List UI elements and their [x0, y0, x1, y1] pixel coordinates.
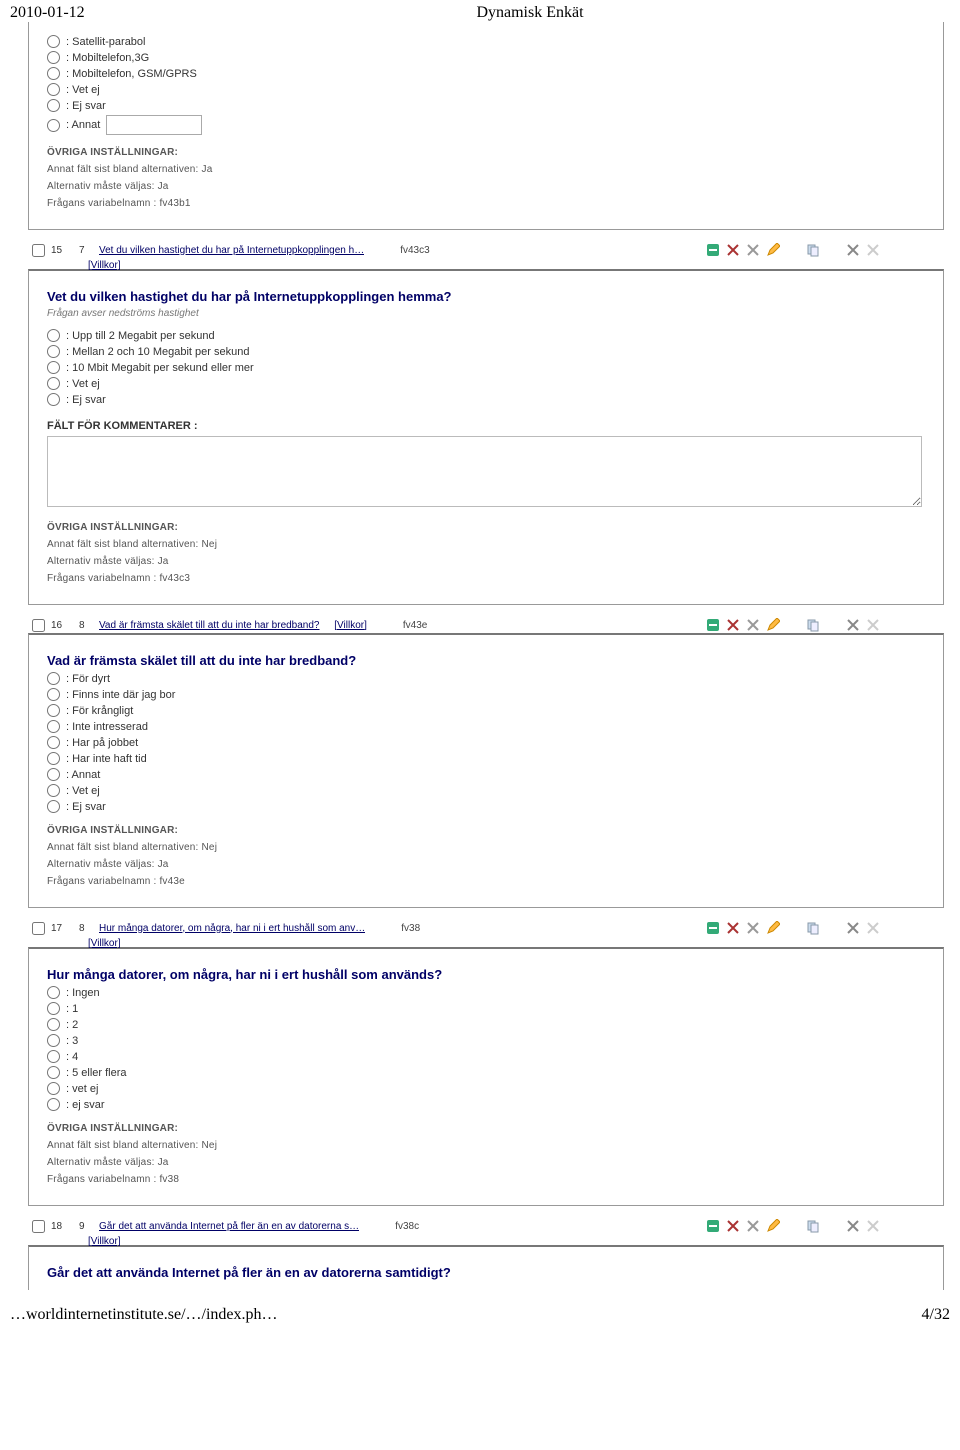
opt-mobilgsm[interactable]	[47, 67, 60, 80]
question-15: 15 7 Vet du vilken hastighet du har på I…	[28, 240, 944, 605]
prev-settings: ÖVRIGA INSTÄLLNINGAR: Annat fält sist bl…	[47, 147, 925, 209]
question-18: 18 9 Går det att använda Internet på fle…	[28, 1216, 944, 1290]
collapse-icon[interactable]	[706, 243, 720, 257]
header-title: Dynamisk Enkät	[210, 4, 850, 22]
collapse-icon[interactable]	[706, 1219, 720, 1233]
q18-header: 18 9 Går det att använda Internet på fle…	[28, 1216, 944, 1236]
q15-title-link[interactable]: Vet du vilken hastighet du har på Intern…	[99, 245, 364, 256]
delete-red-icon[interactable]	[726, 921, 740, 935]
copy-icon[interactable]	[806, 618, 820, 632]
footer-pager: 4/32	[922, 1306, 950, 1324]
q16-toolbar	[706, 618, 940, 632]
collapse-icon[interactable]	[706, 921, 720, 935]
q18-qtitle: Går det att använda Internet på fler än …	[47, 1265, 925, 1280]
q17-opt2[interactable]	[47, 1002, 60, 1015]
q17-settings: ÖVRIGA INSTÄLLNINGAR: Annat fält sist bl…	[47, 1123, 925, 1185]
close-light-icon[interactable]	[866, 618, 880, 632]
opt-satellit[interactable]	[47, 35, 60, 48]
q15-opt2[interactable]	[47, 345, 60, 358]
q17-select-check[interactable]	[32, 922, 45, 935]
question-prev: : Satellit-parabol : Mobiltelefon,3G : M…	[28, 22, 944, 230]
delete-grey-icon[interactable]	[746, 1219, 760, 1233]
q17-opt5[interactable]	[47, 1050, 60, 1063]
q15-opt5[interactable]	[47, 393, 60, 406]
delete-red-icon[interactable]	[726, 618, 740, 632]
q17-qtitle: Hur många datorer, om några, har ni i er…	[47, 967, 925, 982]
close-icon[interactable]	[846, 618, 860, 632]
q16-select-check[interactable]	[32, 619, 45, 632]
q18-title-link[interactable]: Går det att använda Internet på fler än …	[99, 1221, 359, 1232]
delete-red-icon[interactable]	[726, 243, 740, 257]
header-date: 2010-01-12	[10, 4, 210, 22]
annat-input[interactable]	[106, 115, 202, 135]
edit-icon[interactable]	[766, 1219, 780, 1233]
page-footer: …worldinternetinstitute.se/…/index.ph… 4…	[0, 1300, 960, 1330]
copy-icon[interactable]	[806, 1219, 820, 1233]
close-light-icon[interactable]	[866, 1219, 880, 1233]
edit-icon[interactable]	[766, 243, 780, 257]
q17-header: 17 8 Hur många datorer, om några, har ni…	[28, 918, 944, 938]
close-icon[interactable]	[846, 921, 860, 935]
q17-opt3[interactable]	[47, 1018, 60, 1031]
question-17: 17 8 Hur många datorer, om några, har ni…	[28, 918, 944, 1206]
q15-comment-field[interactable]	[47, 436, 922, 507]
q18-select-check[interactable]	[32, 1220, 45, 1233]
q17-villkor-link[interactable]: [Villkor]	[88, 938, 121, 949]
q16-title-link[interactable]: Vad är främsta skälet till att du inte h…	[99, 620, 320, 631]
q15-settings: ÖVRIGA INSTÄLLNINGAR: Annat fält sist bl…	[47, 522, 925, 584]
delete-grey-icon[interactable]	[746, 618, 760, 632]
q18-toolbar	[706, 1219, 940, 1233]
opt-vetej[interactable]	[47, 83, 60, 96]
q17-title-link[interactable]: Hur många datorer, om några, har ni i er…	[99, 923, 365, 934]
q17-opt1[interactable]	[47, 986, 60, 999]
q17-opt6[interactable]	[47, 1066, 60, 1079]
q16-opt6[interactable]	[47, 752, 60, 765]
q16-opt8[interactable]	[47, 784, 60, 797]
edit-icon[interactable]	[766, 618, 780, 632]
delete-grey-icon[interactable]	[746, 921, 760, 935]
q15-header: 15 7 Vet du vilken hastighet du har på I…	[28, 240, 944, 260]
q16-opt3[interactable]	[47, 704, 60, 717]
q15-toolbar	[706, 243, 940, 257]
q16-opt9[interactable]	[47, 800, 60, 813]
q16-opt7[interactable]	[47, 768, 60, 781]
close-light-icon[interactable]	[866, 921, 880, 935]
collapse-icon[interactable]	[706, 618, 720, 632]
question-16: 16 8 Vad är främsta skälet till att du i…	[28, 615, 944, 908]
opt-mobil3g[interactable]	[47, 51, 60, 64]
edit-icon[interactable]	[766, 921, 780, 935]
q16-header: 16 8 Vad är främsta skälet till att du i…	[28, 615, 944, 635]
q16-opt1[interactable]	[47, 672, 60, 685]
q16-villkor-inline[interactable]: [Villkor]	[334, 620, 367, 631]
q17-opt8[interactable]	[47, 1098, 60, 1111]
q15-villkor-link[interactable]: [Villkor]	[88, 260, 121, 271]
delete-grey-icon[interactable]	[746, 243, 760, 257]
q15-opt3[interactable]	[47, 361, 60, 374]
q16-opt2[interactable]	[47, 688, 60, 701]
opt-ejsvar[interactable]	[47, 99, 60, 112]
q18-villkor-link[interactable]: [Villkor]	[88, 1236, 121, 1247]
q16-opt4[interactable]	[47, 720, 60, 733]
delete-red-icon[interactable]	[726, 1219, 740, 1233]
q16-qtitle: Vad är främsta skälet till att du inte h…	[47, 653, 925, 668]
q15-opt1[interactable]	[47, 329, 60, 342]
close-icon[interactable]	[846, 1219, 860, 1233]
q17-opt7[interactable]	[47, 1082, 60, 1095]
copy-icon[interactable]	[806, 243, 820, 257]
q15-opt4[interactable]	[47, 377, 60, 390]
q17-opt4[interactable]	[47, 1034, 60, 1047]
q16-settings: ÖVRIGA INSTÄLLNINGAR: Annat fält sist bl…	[47, 825, 925, 887]
opt-annat[interactable]	[47, 119, 60, 132]
q15-qtitle: Vet du vilken hastighet du har på Intern…	[47, 289, 925, 304]
page-header: 2010-01-12 Dynamisk Enkät	[0, 0, 960, 24]
q17-toolbar	[706, 921, 940, 935]
footer-url: …worldinternetinstitute.se/…/index.ph…	[10, 1306, 278, 1324]
close-icon[interactable]	[846, 243, 860, 257]
close-light-icon[interactable]	[866, 243, 880, 257]
q16-opt5[interactable]	[47, 736, 60, 749]
q15-select-check[interactable]	[32, 244, 45, 257]
copy-icon[interactable]	[806, 921, 820, 935]
